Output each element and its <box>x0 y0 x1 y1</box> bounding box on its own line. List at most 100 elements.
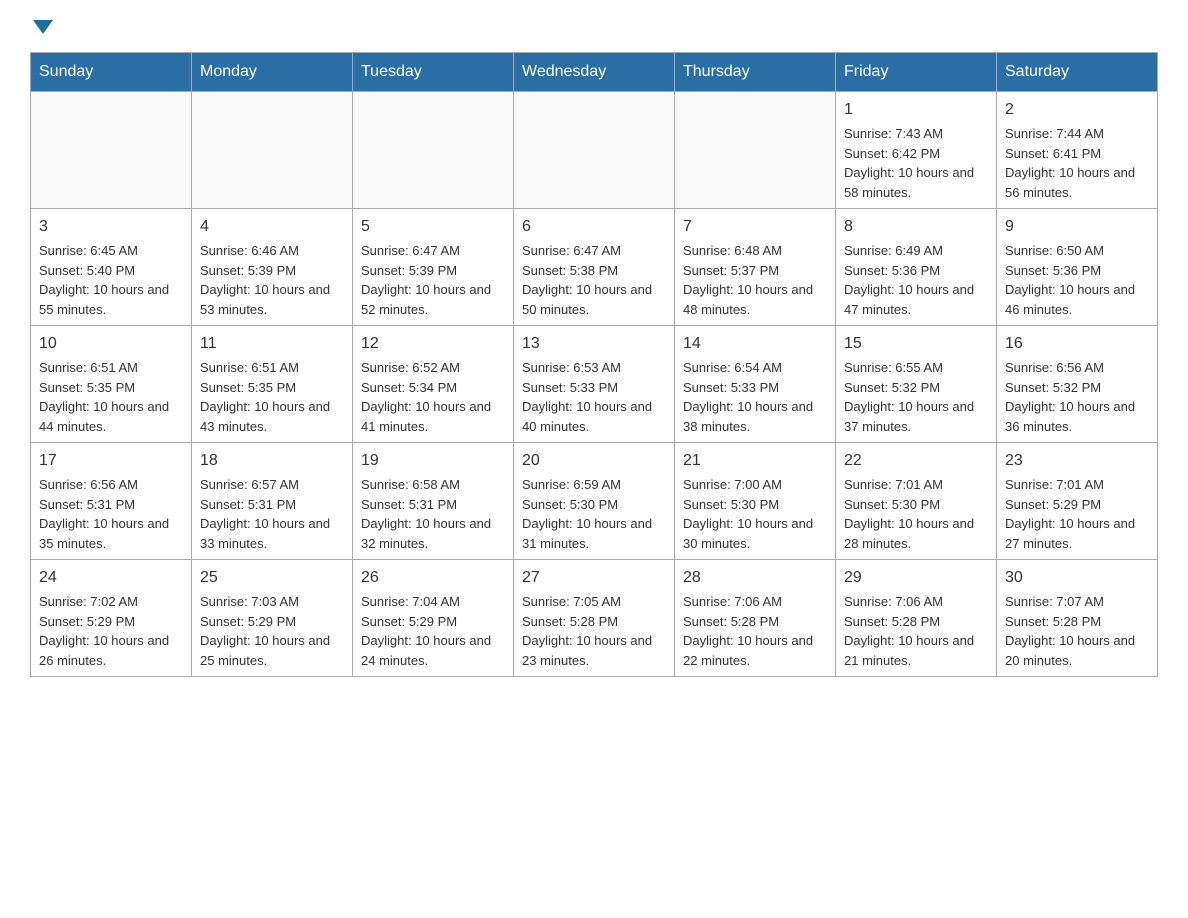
day-info: Sunrise: 6:57 AMSunset: 5:31 PMDaylight:… <box>200 475 344 553</box>
calendar-cell: 16Sunrise: 6:56 AMSunset: 5:32 PMDayligh… <box>997 326 1158 443</box>
day-number: 1 <box>844 98 988 122</box>
calendar-cell <box>192 92 353 209</box>
logo-arrow-icon <box>33 20 53 34</box>
calendar-cell: 18Sunrise: 6:57 AMSunset: 5:31 PMDayligh… <box>192 443 353 560</box>
day-info: Sunrise: 7:06 AMSunset: 5:28 PMDaylight:… <box>844 592 988 670</box>
day-number: 5 <box>361 215 505 239</box>
calendar-cell: 6Sunrise: 6:47 AMSunset: 5:38 PMDaylight… <box>514 209 675 326</box>
day-info: Sunrise: 6:47 AMSunset: 5:38 PMDaylight:… <box>522 241 666 319</box>
calendar-cell <box>675 92 836 209</box>
calendar-cell: 17Sunrise: 6:56 AMSunset: 5:31 PMDayligh… <box>31 443 192 560</box>
day-number: 23 <box>1005 449 1149 473</box>
calendar-week-4: 17Sunrise: 6:56 AMSunset: 5:31 PMDayligh… <box>31 443 1158 560</box>
day-number: 22 <box>844 449 988 473</box>
day-number: 6 <box>522 215 666 239</box>
logo <box>30 20 53 32</box>
page-header <box>30 20 1158 32</box>
weekday-header-friday: Friday <box>836 53 997 92</box>
day-info: Sunrise: 7:01 AMSunset: 5:30 PMDaylight:… <box>844 475 988 553</box>
calendar-cell: 5Sunrise: 6:47 AMSunset: 5:39 PMDaylight… <box>353 209 514 326</box>
calendar-cell: 22Sunrise: 7:01 AMSunset: 5:30 PMDayligh… <box>836 443 997 560</box>
calendar-cell: 11Sunrise: 6:51 AMSunset: 5:35 PMDayligh… <box>192 326 353 443</box>
weekday-header-monday: Monday <box>192 53 353 92</box>
calendar-cell: 26Sunrise: 7:04 AMSunset: 5:29 PMDayligh… <box>353 560 514 677</box>
weekday-header-wednesday: Wednesday <box>514 53 675 92</box>
calendar-cell: 30Sunrise: 7:07 AMSunset: 5:28 PMDayligh… <box>997 560 1158 677</box>
day-number: 8 <box>844 215 988 239</box>
calendar-cell: 20Sunrise: 6:59 AMSunset: 5:30 PMDayligh… <box>514 443 675 560</box>
day-number: 28 <box>683 566 827 590</box>
day-info: Sunrise: 6:51 AMSunset: 5:35 PMDaylight:… <box>39 358 183 436</box>
weekday-header-tuesday: Tuesday <box>353 53 514 92</box>
calendar-cell: 14Sunrise: 6:54 AMSunset: 5:33 PMDayligh… <box>675 326 836 443</box>
calendar-cell: 1Sunrise: 7:43 AMSunset: 6:42 PMDaylight… <box>836 92 997 209</box>
calendar-cell <box>31 92 192 209</box>
calendar-cell: 2Sunrise: 7:44 AMSunset: 6:41 PMDaylight… <box>997 92 1158 209</box>
day-info: Sunrise: 7:04 AMSunset: 5:29 PMDaylight:… <box>361 592 505 670</box>
calendar-week-2: 3Sunrise: 6:45 AMSunset: 5:40 PMDaylight… <box>31 209 1158 326</box>
calendar-table: SundayMondayTuesdayWednesdayThursdayFrid… <box>30 52 1158 677</box>
day-number: 12 <box>361 332 505 356</box>
day-info: Sunrise: 6:58 AMSunset: 5:31 PMDaylight:… <box>361 475 505 553</box>
day-info: Sunrise: 6:48 AMSunset: 5:37 PMDaylight:… <box>683 241 827 319</box>
calendar-week-5: 24Sunrise: 7:02 AMSunset: 5:29 PMDayligh… <box>31 560 1158 677</box>
day-info: Sunrise: 6:51 AMSunset: 5:35 PMDaylight:… <box>200 358 344 436</box>
day-info: Sunrise: 6:53 AMSunset: 5:33 PMDaylight:… <box>522 358 666 436</box>
day-number: 14 <box>683 332 827 356</box>
day-number: 18 <box>200 449 344 473</box>
calendar-cell: 9Sunrise: 6:50 AMSunset: 5:36 PMDaylight… <box>997 209 1158 326</box>
day-info: Sunrise: 6:59 AMSunset: 5:30 PMDaylight:… <box>522 475 666 553</box>
day-info: Sunrise: 7:43 AMSunset: 6:42 PMDaylight:… <box>844 124 988 202</box>
calendar-cell: 10Sunrise: 6:51 AMSunset: 5:35 PMDayligh… <box>31 326 192 443</box>
day-info: Sunrise: 6:54 AMSunset: 5:33 PMDaylight:… <box>683 358 827 436</box>
weekday-header-thursday: Thursday <box>675 53 836 92</box>
calendar-cell: 21Sunrise: 7:00 AMSunset: 5:30 PMDayligh… <box>675 443 836 560</box>
calendar-cell: 27Sunrise: 7:05 AMSunset: 5:28 PMDayligh… <box>514 560 675 677</box>
day-info: Sunrise: 6:50 AMSunset: 5:36 PMDaylight:… <box>1005 241 1149 319</box>
calendar-cell: 12Sunrise: 6:52 AMSunset: 5:34 PMDayligh… <box>353 326 514 443</box>
day-info: Sunrise: 7:05 AMSunset: 5:28 PMDaylight:… <box>522 592 666 670</box>
day-number: 21 <box>683 449 827 473</box>
weekday-header-sunday: Sunday <box>31 53 192 92</box>
calendar-cell <box>514 92 675 209</box>
calendar-cell: 7Sunrise: 6:48 AMSunset: 5:37 PMDaylight… <box>675 209 836 326</box>
calendar-cell: 29Sunrise: 7:06 AMSunset: 5:28 PMDayligh… <box>836 560 997 677</box>
day-info: Sunrise: 7:02 AMSunset: 5:29 PMDaylight:… <box>39 592 183 670</box>
day-number: 17 <box>39 449 183 473</box>
calendar-cell: 13Sunrise: 6:53 AMSunset: 5:33 PMDayligh… <box>514 326 675 443</box>
calendar-cell: 8Sunrise: 6:49 AMSunset: 5:36 PMDaylight… <box>836 209 997 326</box>
day-number: 10 <box>39 332 183 356</box>
day-info: Sunrise: 6:56 AMSunset: 5:31 PMDaylight:… <box>39 475 183 553</box>
day-number: 30 <box>1005 566 1149 590</box>
day-info: Sunrise: 7:03 AMSunset: 5:29 PMDaylight:… <box>200 592 344 670</box>
day-number: 25 <box>200 566 344 590</box>
day-info: Sunrise: 6:49 AMSunset: 5:36 PMDaylight:… <box>844 241 988 319</box>
day-info: Sunrise: 6:55 AMSunset: 5:32 PMDaylight:… <box>844 358 988 436</box>
day-number: 16 <box>1005 332 1149 356</box>
day-number: 11 <box>200 332 344 356</box>
day-info: Sunrise: 6:47 AMSunset: 5:39 PMDaylight:… <box>361 241 505 319</box>
day-number: 9 <box>1005 215 1149 239</box>
day-info: Sunrise: 6:56 AMSunset: 5:32 PMDaylight:… <box>1005 358 1149 436</box>
calendar-cell: 23Sunrise: 7:01 AMSunset: 5:29 PMDayligh… <box>997 443 1158 560</box>
day-number: 29 <box>844 566 988 590</box>
day-info: Sunrise: 6:46 AMSunset: 5:39 PMDaylight:… <box>200 241 344 319</box>
calendar-cell: 15Sunrise: 6:55 AMSunset: 5:32 PMDayligh… <box>836 326 997 443</box>
weekday-header-saturday: Saturday <box>997 53 1158 92</box>
calendar-cell: 24Sunrise: 7:02 AMSunset: 5:29 PMDayligh… <box>31 560 192 677</box>
day-number: 4 <box>200 215 344 239</box>
calendar-cell: 4Sunrise: 6:46 AMSunset: 5:39 PMDaylight… <box>192 209 353 326</box>
day-info: Sunrise: 6:45 AMSunset: 5:40 PMDaylight:… <box>39 241 183 319</box>
calendar-cell <box>353 92 514 209</box>
day-info: Sunrise: 7:07 AMSunset: 5:28 PMDaylight:… <box>1005 592 1149 670</box>
calendar-cell: 28Sunrise: 7:06 AMSunset: 5:28 PMDayligh… <box>675 560 836 677</box>
day-number: 26 <box>361 566 505 590</box>
calendar-cell: 19Sunrise: 6:58 AMSunset: 5:31 PMDayligh… <box>353 443 514 560</box>
day-number: 20 <box>522 449 666 473</box>
day-number: 15 <box>844 332 988 356</box>
calendar-week-1: 1Sunrise: 7:43 AMSunset: 6:42 PMDaylight… <box>31 92 1158 209</box>
day-info: Sunrise: 7:06 AMSunset: 5:28 PMDaylight:… <box>683 592 827 670</box>
day-info: Sunrise: 7:01 AMSunset: 5:29 PMDaylight:… <box>1005 475 1149 553</box>
calendar-week-3: 10Sunrise: 6:51 AMSunset: 5:35 PMDayligh… <box>31 326 1158 443</box>
day-info: Sunrise: 6:52 AMSunset: 5:34 PMDaylight:… <box>361 358 505 436</box>
